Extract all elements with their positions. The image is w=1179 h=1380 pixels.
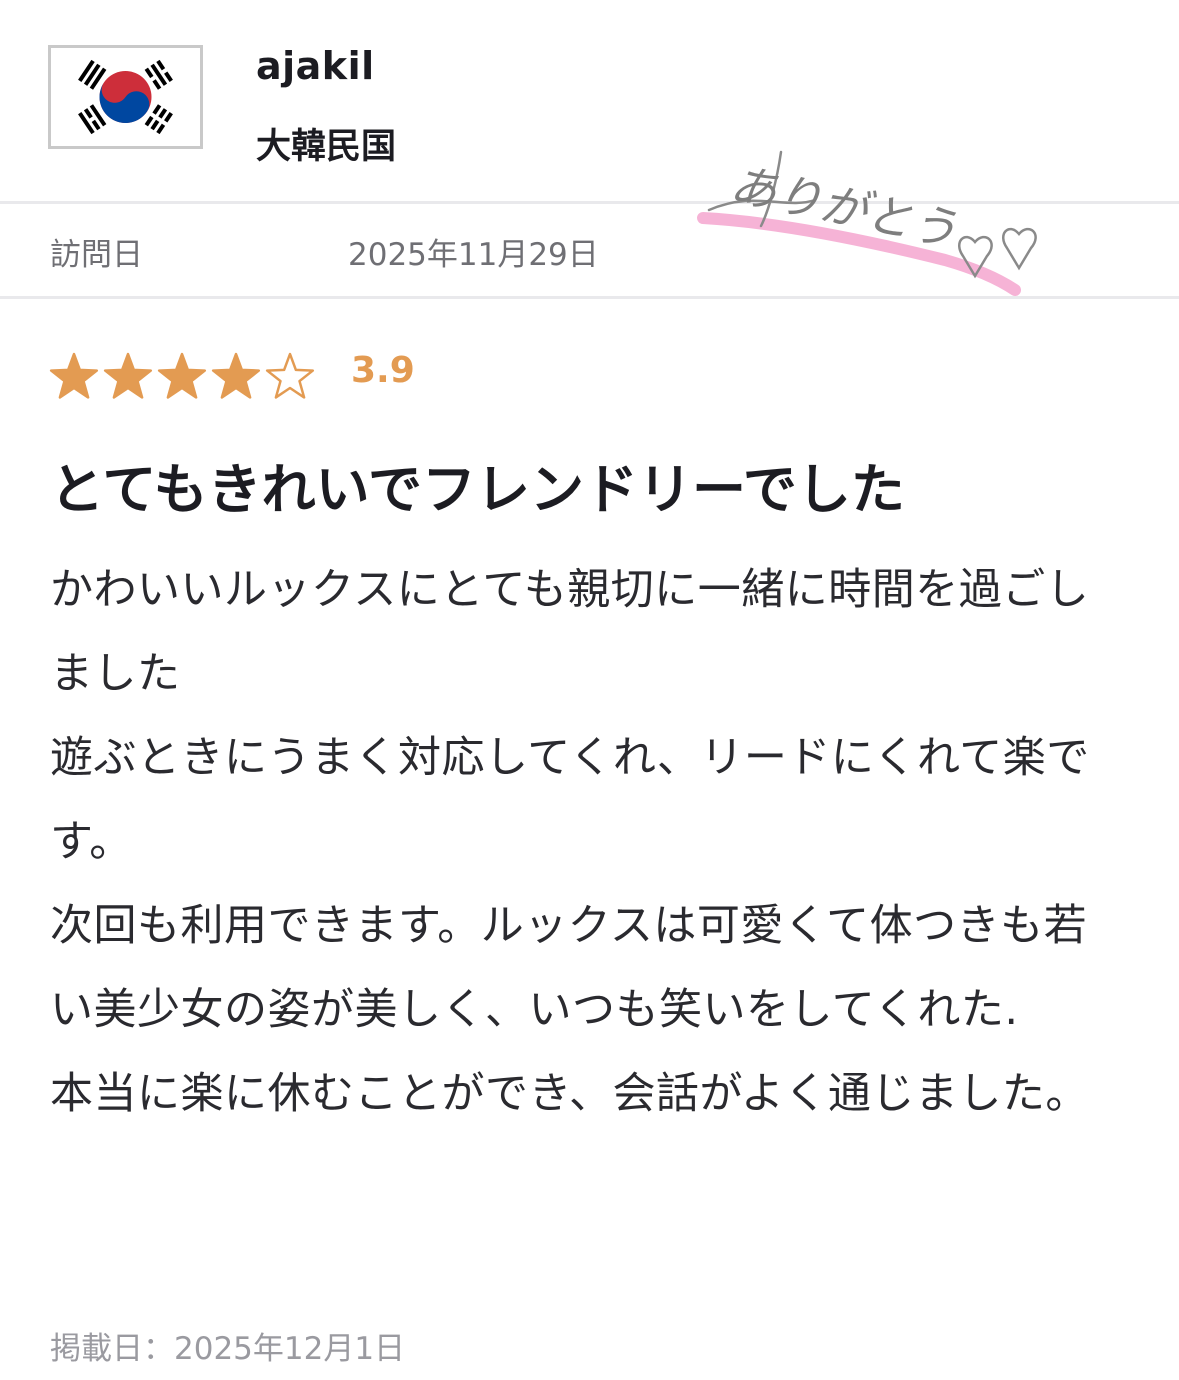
reviewer-name: ajakil [256, 44, 375, 88]
review-paragraph: 次回も利用できます。ルックスは可愛くて体つきも若い美少女の姿が美しく、いつも笑い… [50, 901, 1088, 1035]
review-title: とてもきれいでフレンドリーでした [50, 458, 905, 521]
posted-date: 掲載日：2025年12月1日 [50, 1331, 406, 1367]
rating-score: 3.9 [351, 350, 415, 391]
rating: 3.9 [48, 348, 648, 408]
star-icon [157, 352, 207, 399]
star-rating [49, 352, 315, 399]
review-paragraph: かわいいルックスにとても親切に一緒に時間を過ごしました [50, 565, 1090, 699]
review-body: かわいいルックスにとても親切に一緒に時間を過ごしました 遊ぶときにうまく対応して… [50, 548, 1120, 1136]
visit-date-label: 訪問日 [50, 237, 143, 273]
visit-date-value: 2025年11月29日 [348, 237, 599, 273]
thank-you-stamp: ありがとう [697, 150, 1037, 296]
star-icon [211, 352, 261, 399]
star-icon [265, 352, 315, 399]
star-icon [103, 352, 153, 399]
review-paragraph: 本当に楽に休むことができ、会話がよく通じました。 [50, 1069, 1089, 1119]
star-icon [49, 352, 99, 399]
review-paragraph: 遊ぶときにうまく対応してくれ、リードにくれて楽です。 [50, 733, 1090, 867]
south-korea-flag-icon [48, 45, 203, 149]
heart-icon [1002, 227, 1037, 271]
reviewer-country: 大韓民国 [256, 127, 397, 167]
